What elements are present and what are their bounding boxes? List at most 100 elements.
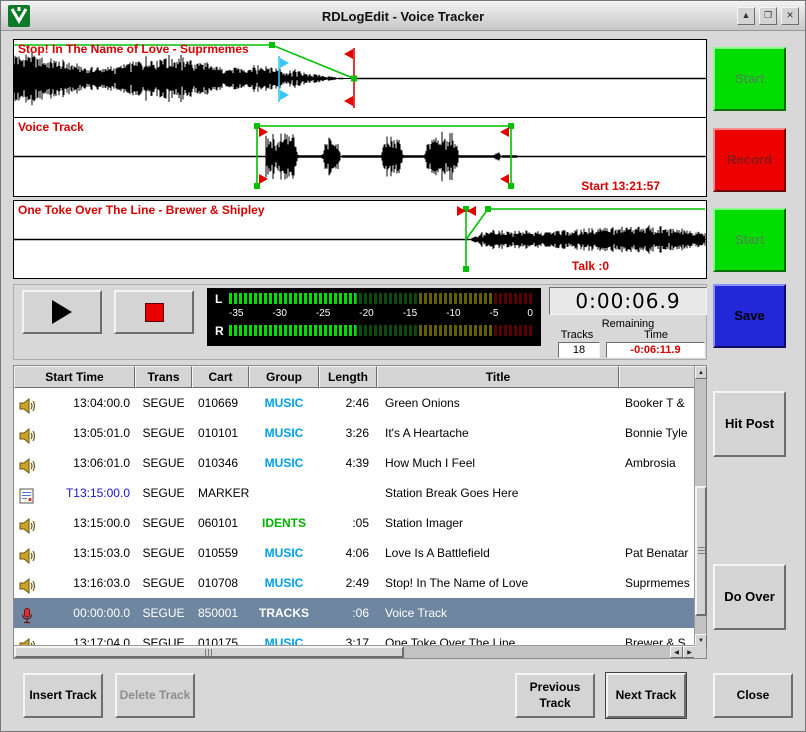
do-over-button[interactable]: Do Over — [713, 564, 786, 630]
vertical-scrollbar-thumb[interactable] — [695, 486, 707, 616]
meter-scale-label: -5 — [490, 308, 499, 319]
cell-trans: SEGUE — [135, 456, 192, 470]
cell-cart: 010669 — [192, 396, 249, 410]
maximize-window-icon[interactable]: ❐ — [759, 7, 777, 25]
mic-icon — [19, 605, 35, 628]
cell-group: IDENTS — [249, 516, 319, 530]
cell-group: MUSIC — [249, 396, 319, 410]
window-title: RDLogEdit - Voice Tracker — [1, 9, 805, 24]
time-remaining-label: Time — [608, 329, 704, 341]
scroll-left-icon[interactable]: ◀ — [670, 646, 683, 658]
previous-track-button[interactable]: Previous Track — [515, 673, 595, 718]
speaker-icon — [19, 545, 36, 568]
cell-trans: SEGUE — [135, 396, 192, 410]
tracks-remaining-value: 18 — [558, 342, 600, 358]
speaker-icon — [19, 575, 36, 598]
scroll-up-icon[interactable]: ▲ — [695, 366, 707, 379]
cell-trans: SEGUE — [135, 546, 192, 560]
play-button[interactable] — [22, 290, 102, 334]
cell-title: Voice Track — [377, 606, 619, 620]
cell-start-time: 13:15:03.0 — [14, 538, 135, 568]
cell-length: :05 — [319, 516, 377, 530]
column-header-title[interactable]: Title — [377, 366, 619, 388]
column-header-trans[interactable]: Trans — [135, 366, 192, 388]
cell-title: Station Break Goes Here — [377, 486, 619, 500]
column-header-length[interactable]: Length — [319, 366, 377, 388]
log-row-7[interactable]: 00:00:00.0SEGUE850001TRACKS:06Voice Trac… — [14, 598, 696, 628]
cell-artist: Pat Benatar — [619, 546, 696, 560]
speaker-icon — [19, 515, 36, 538]
cell-cart: 010559 — [192, 546, 249, 560]
stop-button[interactable] — [114, 290, 194, 334]
cell-length: 2:46 — [319, 396, 377, 410]
cell-title: How Much I Feel — [377, 456, 619, 470]
close-window-icon[interactable]: ✕ — [781, 7, 799, 25]
meter-bar-right — [229, 325, 533, 336]
log-row-6[interactable]: 13:16:03.0SEGUE010708MUSIC2:49Stop! In T… — [14, 568, 696, 598]
delete-track-button[interactable]: Delete Track — [115, 673, 195, 718]
next-track-button[interactable]: Next Track — [606, 673, 686, 718]
save-button[interactable]: Save — [713, 284, 786, 348]
horizontal-scrollbar[interactable]: ◀ ▶ — [14, 645, 696, 658]
cell-group: MUSIC — [249, 456, 319, 470]
cell-title: Green Onions — [377, 396, 619, 410]
column-header-cart[interactable]: Cart — [192, 366, 249, 388]
thumb-grip — [698, 547, 705, 556]
meter-scale-label: -15 — [403, 308, 417, 319]
log-row-5[interactable]: 13:15:03.0SEGUE010559MUSIC4:06Love Is A … — [14, 538, 696, 568]
waveform-track-voice[interactable]: Voice Track Start 13:21:57 — [13, 118, 707, 197]
horizontal-scrollbar-thumb[interactable] — [14, 646, 404, 658]
log-row-1[interactable]: 13:05:01.0SEGUE010101MUSIC3:26It's A Hea… — [14, 418, 696, 448]
cell-length: 3:26 — [319, 426, 377, 440]
log-row-0[interactable]: 13:04:00.0SEGUE010669MUSIC2:46Green Onio… — [14, 388, 696, 418]
cell-title: Station Imager — [377, 516, 619, 530]
titlebar[interactable]: RDLogEdit - Voice Tracker ▲ ❐ ✕ — [1, 1, 805, 31]
cell-artist: Ambrosia — [619, 456, 696, 470]
log-row-2[interactable]: 13:06:01.0SEGUE010346MUSIC4:39How Much I… — [14, 448, 696, 478]
meter-scale-label: 0 — [527, 308, 533, 319]
column-header-blank[interactable] — [619, 366, 696, 388]
waveform-track-next[interactable]: One Toke Over The Line - Brewer & Shiple… — [13, 200, 707, 279]
voice-tracker-window: RDLogEdit - Voice Tracker ▲ ❐ ✕ Stop! In… — [0, 0, 806, 732]
meter-right-label: R — [215, 324, 229, 338]
log-row-3[interactable]: T13:15:00.0SEGUEMARKERStation Break Goes… — [14, 478, 696, 508]
column-header-start-time[interactable]: Start Time — [14, 366, 135, 388]
speaker-icon — [19, 455, 36, 478]
hit-post-button[interactable]: Hit Post — [713, 391, 786, 457]
talk-time-label: Talk :0 — [572, 259, 609, 273]
waveform-track-previous[interactable]: Stop! In The Name of Love - Suprmemes — [13, 39, 707, 118]
cell-artist: Suprmemes — [619, 576, 696, 590]
cell-title: It's A Heartache — [377, 426, 619, 440]
cell-artist: Booker T & — [619, 396, 696, 410]
cell-cart: 010101 — [192, 426, 249, 440]
shade-window-icon[interactable]: ▲ — [737, 7, 755, 25]
elapsed-time-display: 0:00:06.9 — [549, 287, 707, 315]
speaker-icon — [19, 425, 36, 448]
cell-start-time: 13:06:01.0 — [14, 448, 135, 478]
tracks-remaining-label: Tracks — [554, 329, 600, 341]
speaker-icon — [19, 395, 36, 418]
cell-cart: 010708 — [192, 576, 249, 590]
start-previous-track-button[interactable]: Start — [713, 47, 786, 111]
cell-start-time: 13:05:01.0 — [14, 418, 135, 448]
insert-track-button[interactable]: Insert Track — [23, 673, 103, 718]
close-button[interactable]: Close — [713, 673, 793, 718]
cell-start-time: 13:16:03.0 — [14, 568, 135, 598]
cell-group: MUSIC — [249, 546, 319, 560]
cell-start-time: 13:04:00.0 — [14, 388, 135, 418]
time-remaining-value: -0:06:11.9 — [606, 342, 705, 358]
cell-trans: SEGUE — [135, 576, 192, 590]
play-icon — [52, 300, 72, 324]
meter-scale-label: -10 — [446, 308, 460, 319]
vertical-scrollbar[interactable]: ▲ ▼ — [694, 366, 706, 647]
record-button[interactable]: Record — [713, 128, 786, 192]
meter-scale-label: -30 — [272, 308, 286, 319]
start-next-track-button[interactable]: Start — [713, 208, 786, 272]
cell-cart: 010346 — [192, 456, 249, 470]
log-table-body: 13:04:00.0SEGUE010669MUSIC2:46Green Onio… — [14, 388, 696, 647]
meter-bar-left — [229, 293, 533, 304]
cell-cart: 060101 — [192, 516, 249, 530]
column-header-group[interactable]: Group — [249, 366, 319, 388]
meter-left-label: L — [215, 292, 229, 306]
log-row-4[interactable]: 13:15:00.0SEGUE060101IDENTS:05Station Im… — [14, 508, 696, 538]
